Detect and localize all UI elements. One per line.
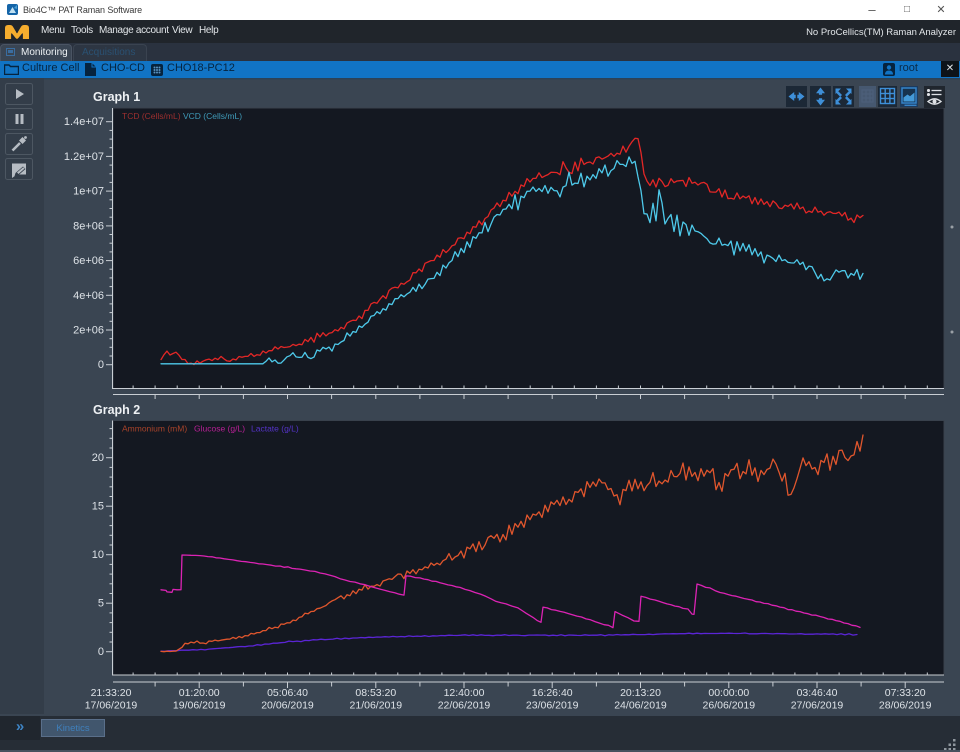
svg-text:Graph 1: Graph 1 [93, 90, 140, 104]
svg-text:17/06/2019: 17/06/2019 [85, 700, 138, 712]
svg-text:03:46:40: 03:46:40 [797, 687, 838, 699]
svg-text:28/06/2019: 28/06/2019 [879, 700, 932, 712]
svg-text:1e+07: 1e+07 [73, 186, 104, 198]
svg-text:15: 15 [92, 501, 104, 513]
svg-text:23/06/2019: 23/06/2019 [526, 700, 579, 712]
svg-text:24/06/2019: 24/06/2019 [614, 700, 667, 712]
svg-text:4e+06: 4e+06 [73, 290, 104, 302]
svg-text:21/06/2019: 21/06/2019 [350, 700, 403, 712]
svg-text:1.2e+07: 1.2e+07 [64, 151, 104, 163]
svg-text:6e+06: 6e+06 [73, 255, 104, 267]
svg-text:00:00:00: 00:00:00 [708, 687, 749, 699]
svg-text:20:13:20: 20:13:20 [620, 687, 661, 699]
svg-text:16:26:40: 16:26:40 [532, 687, 573, 699]
svg-text:1.4e+07: 1.4e+07 [64, 116, 104, 128]
svg-text:2e+06: 2e+06 [73, 325, 104, 337]
svg-text:Lactate (g/L): Lactate (g/L) [251, 424, 299, 434]
svg-text:Ammonium (mM): Ammonium (mM) [122, 424, 187, 434]
svg-text:08:53:20: 08:53:20 [355, 687, 396, 699]
svg-text:12:40:00: 12:40:00 [444, 687, 485, 699]
svg-text:26/06/2019: 26/06/2019 [703, 700, 756, 712]
svg-text:Graph 2: Graph 2 [93, 403, 140, 417]
svg-text:20/06/2019: 20/06/2019 [261, 700, 314, 712]
svg-text:10: 10 [92, 549, 104, 561]
svg-text:05:06:40: 05:06:40 [267, 687, 308, 699]
svg-text:0: 0 [98, 359, 104, 371]
svg-text:5: 5 [98, 598, 104, 610]
svg-text:0: 0 [98, 646, 104, 658]
svg-text:8e+06: 8e+06 [73, 220, 104, 232]
svg-text:01:20:00: 01:20:00 [179, 687, 220, 699]
svg-text:21:33:20: 21:33:20 [91, 687, 132, 699]
svg-text:19/06/2019: 19/06/2019 [173, 700, 226, 712]
svg-text:Glucose (g/L): Glucose (g/L) [194, 424, 245, 434]
svg-text:20: 20 [92, 452, 104, 464]
svg-text:22/06/2019: 22/06/2019 [438, 700, 491, 712]
svg-text:07:33:20: 07:33:20 [885, 687, 926, 699]
svg-text:TCD (Cells/mL): TCD (Cells/mL) [122, 111, 181, 121]
svg-text:VCD (Cells/mL): VCD (Cells/mL) [183, 111, 242, 121]
svg-text:27/06/2019: 27/06/2019 [791, 700, 844, 712]
